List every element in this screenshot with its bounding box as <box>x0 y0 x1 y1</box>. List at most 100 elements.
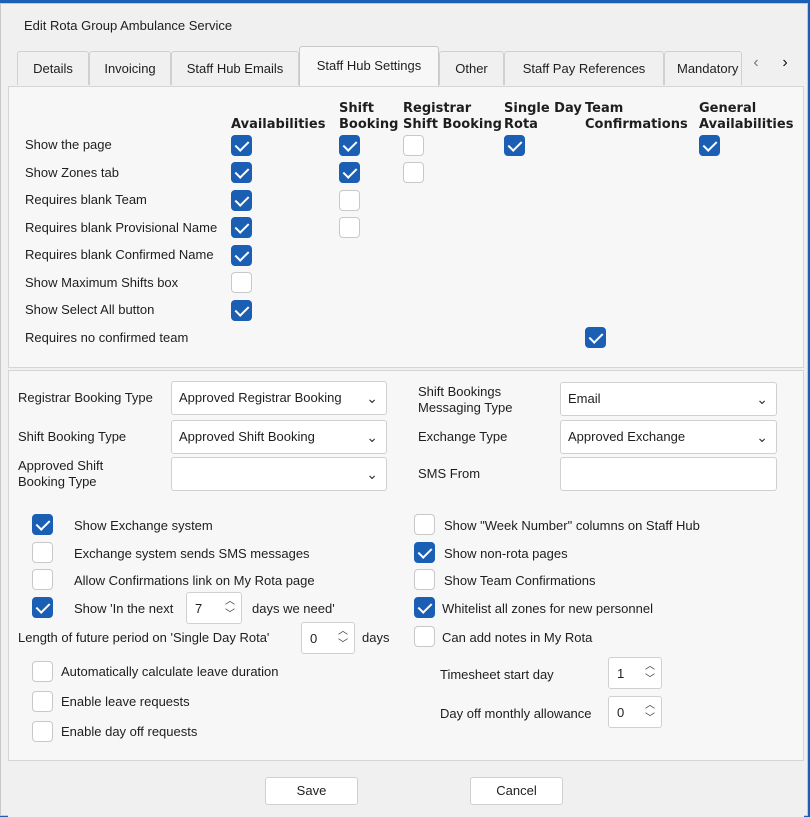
shift-booking-type-value: Approved Shift Booking <box>179 429 315 444</box>
row-label-show-zones: Show Zones tab <box>25 165 119 180</box>
grid-checkbox[interactable] <box>231 272 252 293</box>
row-label-blank-team: Requires blank Team <box>25 192 147 207</box>
allow-confirmations-checkbox[interactable] <box>32 569 53 590</box>
grid-checkbox[interactable] <box>403 135 424 156</box>
exchange-type-select[interactable]: Approved Exchange ⌄ <box>560 420 777 454</box>
row-label-select-all: Show Select All button <box>25 302 155 317</box>
chevron-down-icon: ⌄ <box>366 466 378 482</box>
team-confirmations-checkbox[interactable] <box>414 569 435 590</box>
save-button[interactable]: Save <box>265 777 358 805</box>
allow-confirmations-label: Allow Confirmations link on My Rota page <box>74 573 315 588</box>
auto-leave-checkbox[interactable] <box>32 661 53 682</box>
col-registrar-shift-booking: Registrar Shift Booking <box>403 101 502 132</box>
col-team-confirmations: Team Confirmations <box>585 101 688 132</box>
team-confirmations-label: Show Team Confirmations <box>444 573 596 588</box>
grid-checkbox[interactable] <box>231 162 252 183</box>
grid-checkbox[interactable] <box>339 217 360 238</box>
messaging-type-value: Email <box>568 391 601 406</box>
cancel-button[interactable]: Cancel <box>470 777 563 805</box>
show-exchange-checkbox[interactable] <box>32 514 53 535</box>
grid-checkbox[interactable] <box>339 135 360 156</box>
grid-checkbox[interactable] <box>231 135 252 156</box>
col-general-availabilities: General Availabilities <box>699 101 794 132</box>
grid-checkbox[interactable] <box>339 190 360 211</box>
grid-checkbox[interactable] <box>403 162 424 183</box>
day-off-allowance-value: 0 <box>617 705 625 720</box>
exchange-sms-label: Exchange system sends SMS messages <box>74 546 310 561</box>
col-shift-booking: Shift Booking <box>339 101 399 132</box>
chevron-left-icon[interactable]: ‹ <box>746 54 766 72</box>
up-down-icon[interactable]: ︿ ﹀ <box>645 660 655 686</box>
grid-checkbox[interactable] <box>231 217 252 238</box>
shift-booking-type-label: Shift Booking Type <box>18 429 127 444</box>
grid-checkbox[interactable] <box>339 162 360 183</box>
col-availabilities: Availabilities <box>231 117 326 132</box>
show-in-next-suffix: days we need' <box>252 601 335 616</box>
in-next-days-value: 7 <box>195 601 203 616</box>
show-in-next-label: Show 'In the next <box>74 601 174 616</box>
edit-rota-group-dialog: Edit Rota Group Ambulance Service Detail… <box>0 3 808 817</box>
tab-invoicing[interactable]: Invoicing <box>89 51 171 85</box>
timesheet-start-stepper[interactable]: 1 ︿ ﹀ <box>608 657 662 689</box>
shift-booking-type-select[interactable]: Approved Shift Booking ⌄ <box>171 420 387 454</box>
exchange-type-label: Exchange Type <box>418 429 508 444</box>
tab-mandatory[interactable]: Mandatory <box>664 51 742 85</box>
week-number-checkbox[interactable] <box>414 514 435 535</box>
in-next-days-stepper[interactable]: 7 ︿ ﹀ <box>186 592 242 624</box>
grid-checkbox[interactable] <box>504 135 525 156</box>
exchange-type-value: Approved Exchange <box>568 429 686 444</box>
tab-staff-hub-emails[interactable]: Staff Hub Emails <box>171 51 299 85</box>
shift-bookings-messaging-type-label: Shift Bookings Messaging Type <box>418 384 513 415</box>
row-label-show-page: Show the page <box>25 137 112 152</box>
chevron-right-icon[interactable]: › <box>775 54 795 72</box>
approved-shift-booking-type-select[interactable]: ⌄ <box>171 457 387 491</box>
sms-from-input[interactable] <box>560 457 777 491</box>
tab-staff-pay-references[interactable]: Staff Pay References <box>504 51 664 85</box>
add-notes-checkbox[interactable] <box>414 626 435 647</box>
row-label-blank-confirmed: Requires blank Confirmed Name <box>25 247 214 262</box>
grid-checkbox[interactable] <box>231 300 252 321</box>
day-off-allowance-stepper[interactable]: 0 ︿ ﹀ <box>608 696 662 728</box>
registrar-booking-type-value: Approved Registrar Booking <box>179 390 342 405</box>
tab-strip: Details Invoicing Staff Hub Emails Staff… <box>17 46 803 86</box>
exchange-sms-checkbox[interactable] <box>32 542 53 563</box>
whitelist-zones-checkbox[interactable] <box>414 597 435 618</box>
row-label-no-confirmed-team: Requires no confirmed team <box>25 330 189 345</box>
chevron-down-icon: ⌄ <box>756 429 768 445</box>
up-down-icon[interactable]: ︿ ﹀ <box>645 699 655 725</box>
future-period-value: 0 <box>310 631 318 646</box>
whitelist-zones-label: Whitelist all zones for new personnel <box>442 601 653 616</box>
tab-details[interactable]: Details <box>17 51 89 85</box>
grid-checkbox[interactable] <box>231 245 252 266</box>
up-down-icon[interactable]: ︿ ﹀ <box>338 625 348 651</box>
day-off-allowance-label: Day off monthly allowance <box>440 706 592 721</box>
tab-other[interactable]: Other <box>439 51 504 85</box>
day-off-requests-checkbox[interactable] <box>32 721 53 742</box>
timesheet-start-value: 1 <box>617 666 625 681</box>
future-period-suffix: days <box>362 630 390 645</box>
future-period-label: Length of future period on 'Single Day R… <box>18 630 270 645</box>
future-period-stepper[interactable]: 0 ︿ ﹀ <box>301 622 355 654</box>
leave-requests-label: Enable leave requests <box>61 694 190 709</box>
registrar-booking-type-label: Registrar Booking Type <box>18 390 153 405</box>
up-down-icon[interactable]: ︿ ﹀ <box>225 595 235 621</box>
auto-leave-label: Automatically calculate leave duration <box>61 664 279 679</box>
tab-staff-hub-settings[interactable]: Staff Hub Settings <box>299 46 439 86</box>
grid-checkbox[interactable] <box>231 190 252 211</box>
show-exchange-label: Show Exchange system <box>74 518 213 533</box>
approved-shift-booking-type-label: Approved Shift Booking Type <box>18 458 104 489</box>
non-rota-checkbox[interactable] <box>414 542 435 563</box>
grid-checkbox[interactable] <box>585 327 606 348</box>
window-title: Edit Rota Group Ambulance Service <box>24 18 233 33</box>
messaging-type-select[interactable]: Email ⌄ <box>560 382 777 416</box>
add-notes-label: Can add notes in My Rota <box>442 630 593 645</box>
chevron-down-icon: ⌄ <box>756 391 768 407</box>
show-in-next-checkbox[interactable] <box>32 597 53 618</box>
registrar-booking-type-select[interactable]: Approved Registrar Booking ⌄ <box>171 381 387 415</box>
leave-requests-checkbox[interactable] <box>32 691 53 712</box>
non-rota-label: Show non-rota pages <box>444 546 568 561</box>
settings-panel: Registrar Booking Type Approved Registra… <box>8 370 804 761</box>
chevron-down-icon: ⌄ <box>366 429 378 445</box>
week-number-label: Show "Week Number" columns on Staff Hub <box>444 518 700 533</box>
grid-checkbox[interactable] <box>699 135 720 156</box>
